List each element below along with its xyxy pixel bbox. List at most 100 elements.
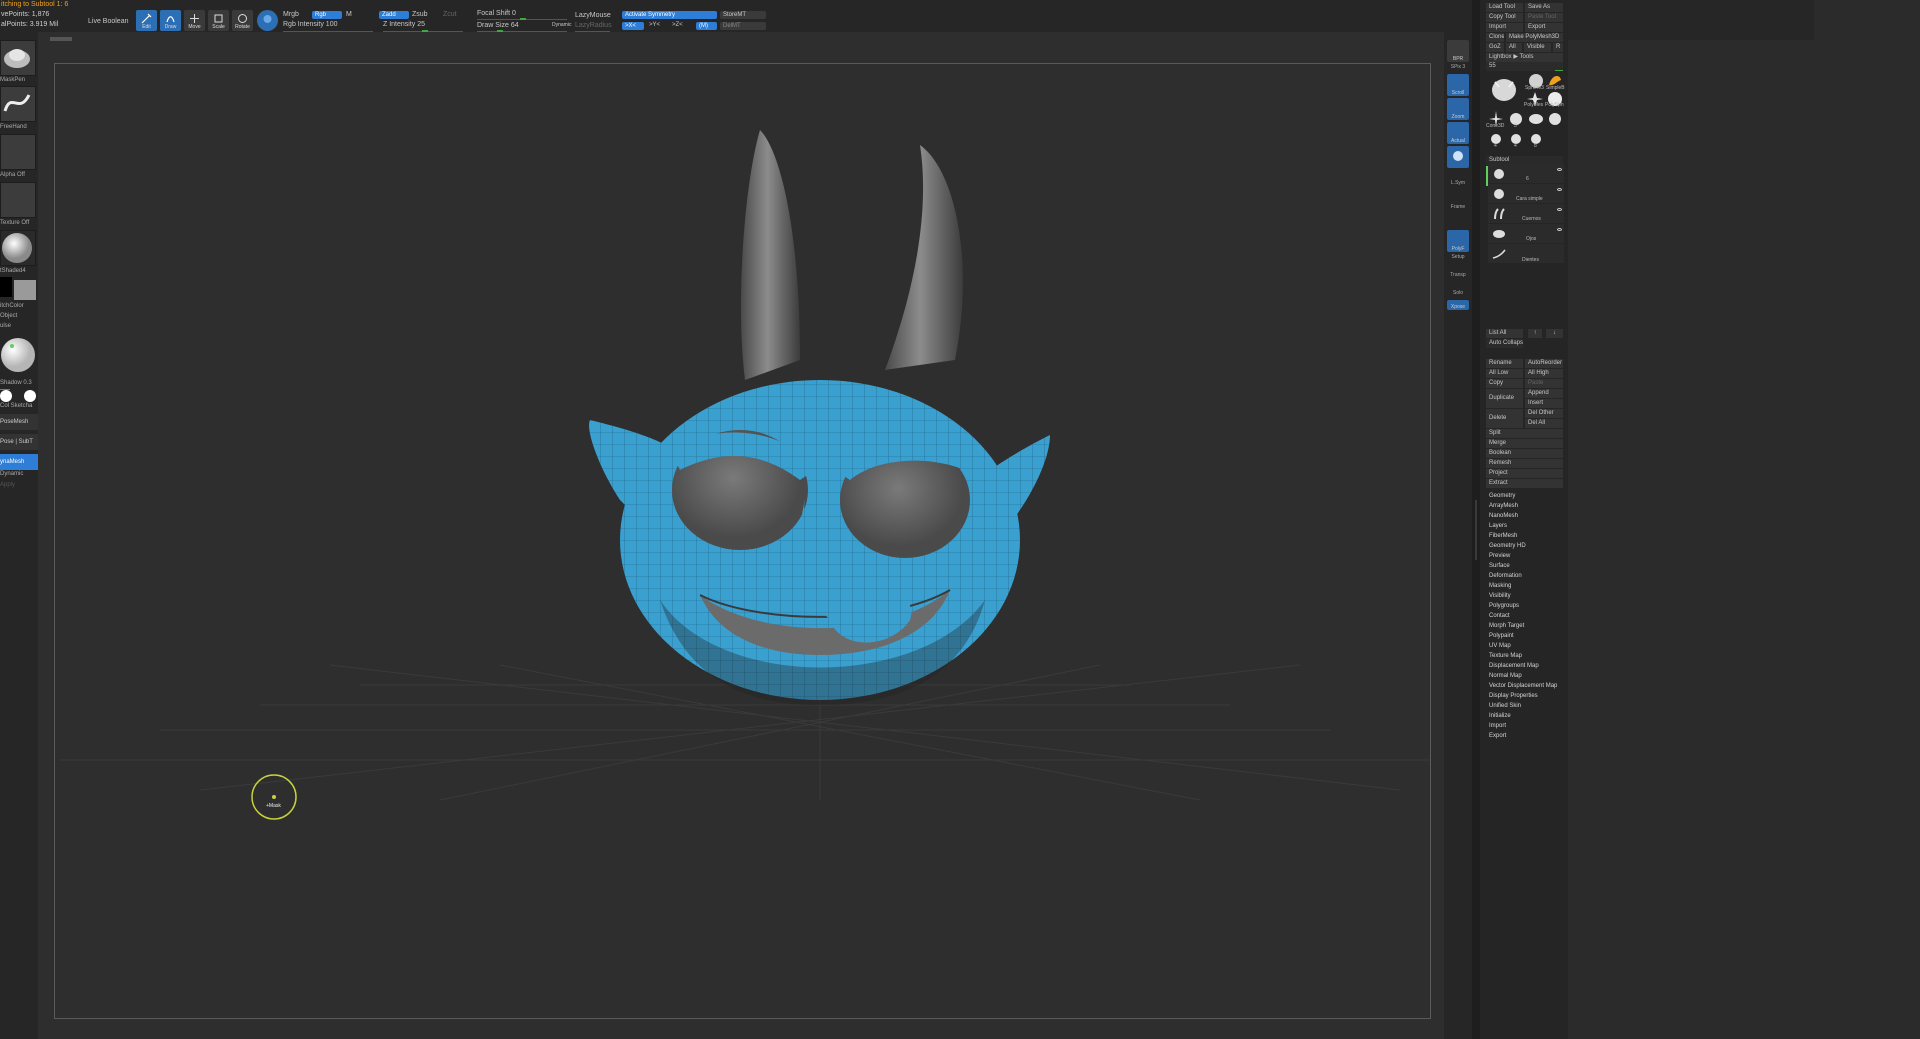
current-tool-thumbnail[interactable] (1488, 74, 1520, 104)
tool-menu-item[interactable]: ArrayMesh (1489, 503, 1518, 509)
tool-menu-item[interactable]: Vector Displacement Map (1489, 683, 1557, 689)
insert-button[interactable]: Insert (1525, 399, 1563, 408)
frame-button[interactable]: Frame (1444, 204, 1472, 210)
duplicate-button[interactable]: Duplicate (1486, 389, 1523, 408)
del-all-button[interactable]: Del All (1525, 419, 1563, 428)
scroll-label: Scroll (1451, 90, 1465, 96)
append-button[interactable]: Append (1525, 389, 1563, 398)
actual-button[interactable]: Actual (1447, 122, 1469, 144)
tool-menu-item[interactable]: Geometry (1489, 493, 1515, 499)
line-fill-button[interactable]: PolyF (1447, 230, 1469, 252)
tool-menu-item[interactable]: Polygroups (1489, 603, 1519, 609)
remesh-menu[interactable]: Remesh (1486, 459, 1563, 468)
goz-r-button[interactable]: R (1553, 43, 1563, 52)
subtool-4-thumb-icon (1493, 230, 1505, 238)
auto-collapse-button[interactable]: Auto Collapse (1486, 339, 1523, 348)
polysphere-label: PolySph (1545, 102, 1564, 108)
make-polymesh-button[interactable]: Make PolyMesh3D (1506, 33, 1563, 42)
tool-menu-item[interactable]: Normal Map (1489, 673, 1522, 679)
subtool-1-thumb-icon (1494, 169, 1504, 179)
tool-menu-item[interactable]: FiberMesh (1489, 533, 1517, 539)
subtool-row-4[interactable]: Ojos (1488, 224, 1564, 243)
boolean-menu[interactable]: Boolean (1486, 449, 1563, 458)
subtool-5-name: Dientes (1522, 257, 1539, 263)
import-tool-button[interactable]: Import (1486, 23, 1523, 32)
tool-menu-item[interactable]: Surface (1489, 563, 1510, 569)
autoreorder-button[interactable]: AutoReorder (1525, 359, 1563, 368)
rename-button[interactable]: Rename (1486, 359, 1523, 368)
tool-menu-item[interactable]: Deformation (1489, 573, 1522, 579)
copy-tool-button[interactable]: Copy Tool (1486, 13, 1523, 22)
tool-menu-item[interactable]: Preview (1489, 553, 1510, 559)
project-menu[interactable]: Project (1486, 469, 1563, 478)
all-low-button[interactable]: All Low (1486, 369, 1523, 378)
move-up-button[interactable]: ↑ (1528, 329, 1542, 338)
load-tool-button[interactable]: Load Tool (1486, 3, 1523, 12)
tool-menu-item[interactable]: Geometry HD (1489, 543, 1526, 549)
move-down-button[interactable]: ↓ (1546, 329, 1563, 338)
scroll-button[interactable]: Scroll (1447, 74, 1469, 96)
subtool-thumb-2[interactable] (1527, 110, 1545, 128)
export-tool-button[interactable]: Export (1525, 23, 1563, 32)
clone-button[interactable]: Clone (1486, 33, 1504, 42)
tool-menu-item[interactable]: Import (1489, 723, 1506, 729)
subtool-1-eye-icon[interactable] (1557, 168, 1562, 171)
goz-visible-button[interactable]: Visible (1524, 43, 1551, 52)
xpose-button[interactable]: Xpose (1447, 300, 1469, 310)
spix-slider[interactable]: SPix 3 (1444, 64, 1472, 70)
all-high-button[interactable]: All High (1525, 369, 1563, 378)
subtool-row-3[interactable]: Cuernos (1488, 204, 1564, 223)
bpr-button[interactable]: BPR (1447, 40, 1469, 62)
subtool-5-thumb-icon (1492, 249, 1506, 259)
zbrush-window: itching to Subtool 1: 6 vePoints: 1,876 … (0, 0, 1920, 1039)
subtool-row-5[interactable]: Dientes (1488, 244, 1564, 263)
tool-menu-item[interactable]: Displacement Map (1489, 663, 1539, 669)
subtool-3-eye-icon[interactable] (1557, 208, 1562, 211)
tool-menu-item[interactable]: Visibility (1489, 593, 1511, 599)
tool-menu-item[interactable]: Polypaint (1489, 633, 1514, 639)
tool-menu-item[interactable]: Unified Skin (1489, 703, 1521, 709)
list-all-button[interactable]: List All (1486, 329, 1523, 338)
tool-menu-item[interactable]: Export (1489, 733, 1506, 739)
arrow-up-icon: ↑ (1533, 330, 1537, 336)
solo-button[interactable]: Solo (1444, 290, 1472, 296)
paste-subtool-button[interactable]: Paste (1525, 379, 1563, 388)
extract-menu[interactable]: Extract (1486, 479, 1563, 488)
lightbox-tools-button[interactable]: Lightbox ▶ Tools (1486, 53, 1563, 62)
subtool-row-2[interactable]: Cara simple (1488, 184, 1564, 203)
del-other-button[interactable]: Del Other (1525, 409, 1563, 418)
palette-scrollbar[interactable] (1475, 500, 1477, 560)
tool-menu-item[interactable]: Morph Target (1489, 623, 1524, 629)
goz-button[interactable]: GoZ (1486, 43, 1504, 52)
subtool-2-eye-icon[interactable] (1557, 188, 1562, 191)
split-menu[interactable]: Split (1486, 429, 1563, 438)
subtool-4-eye-icon[interactable] (1557, 228, 1562, 231)
setup-button[interactable]: Setup (1444, 254, 1472, 260)
tool-menu-item[interactable]: Display Properties (1489, 693, 1538, 699)
subtool-4-name: Ojos (1526, 236, 1537, 242)
tool-menu-item[interactable]: Masking (1489, 583, 1511, 589)
tool-menu-item[interactable]: Contact (1489, 613, 1510, 619)
tool-menu-item[interactable]: NanoMesh (1489, 513, 1518, 519)
save-as-button[interactable]: Save As (1525, 3, 1563, 12)
paste-tool-button[interactable]: Paste Tool (1525, 13, 1563, 22)
merge-menu[interactable]: Merge (1486, 439, 1563, 448)
tool-menu-item[interactable]: UV Map (1489, 643, 1511, 649)
goz-all-button[interactable]: All (1506, 43, 1522, 52)
lsym-button[interactable]: L.Sym (1444, 180, 1472, 186)
zoom-button[interactable]: Zoom (1447, 98, 1469, 120)
delete-button[interactable]: Delete (1486, 409, 1523, 428)
left-horn (740, 130, 800, 380)
subtool-thumb-3[interactable] (1546, 110, 1564, 128)
tool-menu-item[interactable]: Texture Map (1489, 653, 1522, 659)
tool-menu-item[interactable]: Layers (1489, 523, 1507, 529)
tool-menu-item[interactable]: Initialize (1489, 713, 1511, 719)
copy-subtool-button[interactable]: Copy (1486, 379, 1523, 388)
polyf-label: PolyF (1451, 246, 1465, 252)
persp-button[interactable] (1447, 146, 1469, 168)
transp-button[interactable]: Transp (1444, 272, 1472, 278)
subtool-thumb-4-count: 4 (1494, 143, 1497, 149)
zoom-label: Zoom (1451, 114, 1465, 120)
arrow-down-icon: ↓ (1553, 330, 1556, 336)
subtool-row-1[interactable]: 6 (1488, 164, 1564, 183)
